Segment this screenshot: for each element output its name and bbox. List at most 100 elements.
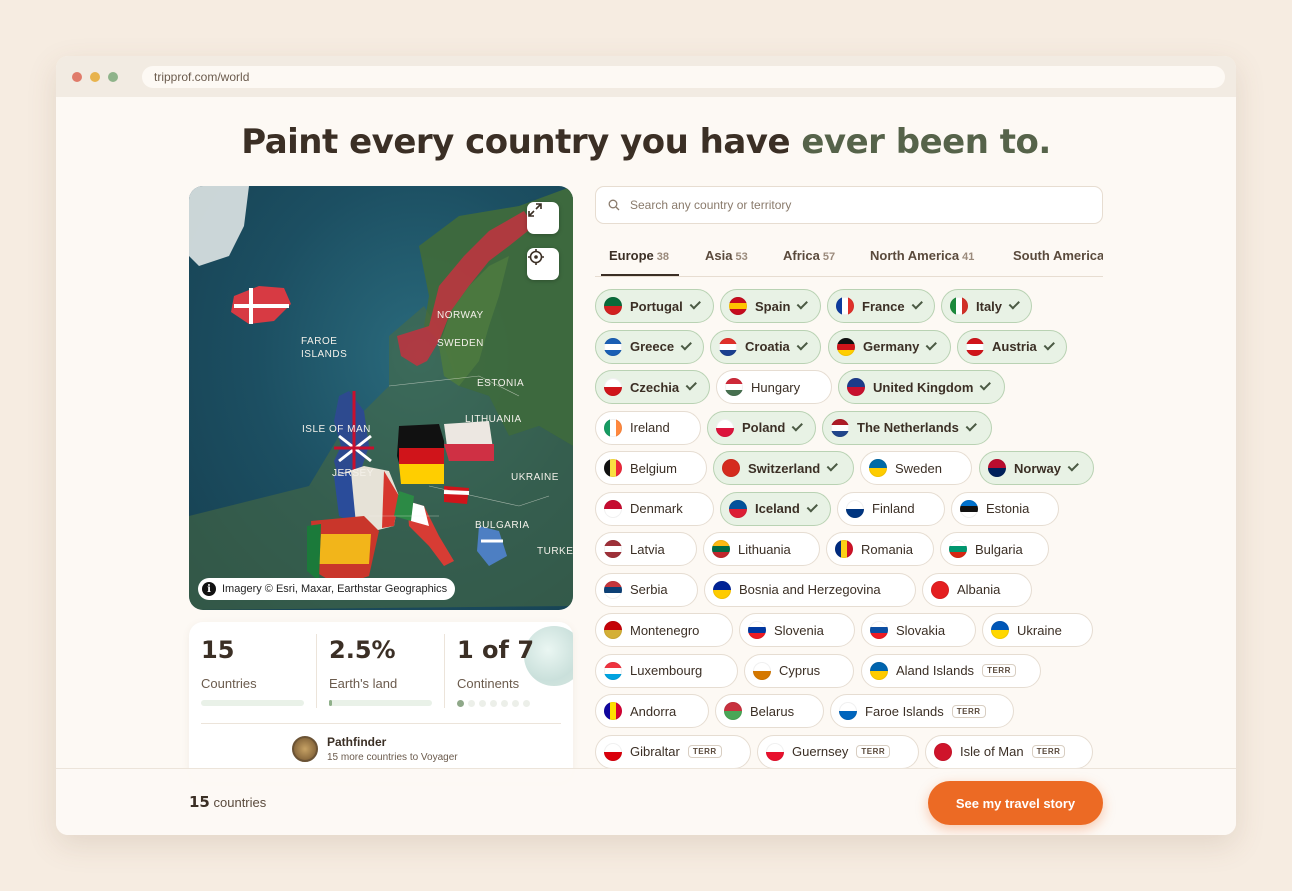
country-pill-luxembourg[interactable]: Luxembourg	[595, 653, 738, 688]
country-pill-norway[interactable]: Norway	[979, 451, 1094, 485]
checkmark-icon	[680, 338, 693, 351]
country-pill-guernsey[interactable]: Guernsey TERR	[757, 734, 919, 769]
country-pill-isle-of-man[interactable]: Isle of Man TERR	[925, 734, 1093, 769]
country-pill-austria[interactable]: Austria	[957, 329, 1067, 364]
country-pill-united-kingdom[interactable]: United Kingdom	[838, 370, 1005, 404]
country-pill-estonia[interactable]: Estonia	[951, 491, 1059, 526]
country-name: Romania	[861, 541, 914, 557]
tab-south-america[interactable]: South America	[1013, 248, 1103, 263]
country-pill-albania[interactable]: Albania	[922, 572, 1032, 607]
info-icon[interactable]: i	[202, 582, 216, 596]
tab-africa[interactable]: Africa 57	[783, 248, 835, 263]
country-pill-cyprus[interactable]: Cyprus	[744, 653, 854, 688]
flag-icon	[604, 337, 622, 356]
country-pill-greece[interactable]: Greece	[595, 329, 704, 364]
country-name: Gibraltar	[630, 744, 680, 759]
country-pill-iceland[interactable]: Iceland	[720, 491, 831, 526]
map-canvas[interactable]: NORWAY FAROE ISLANDS SWEDEN ESTONIA LITH…	[189, 186, 573, 610]
country-pill-germany[interactable]: Germany	[828, 329, 951, 364]
country-name: Lithuania	[738, 541, 791, 557]
country-pill-aland-islands[interactable]: Aland Islands TERR	[861, 653, 1041, 688]
flag-icon	[847, 378, 865, 396]
search-icon	[608, 199, 620, 211]
maximize-dot[interactable]	[108, 71, 118, 82]
country-name: Ukraine	[1017, 622, 1062, 638]
country-pill-switzerland[interactable]: Switzerland	[713, 451, 854, 485]
close-dot[interactable]	[72, 71, 82, 82]
country-pill-faroe-islands[interactable]: Faroe Islands TERR	[830, 694, 1014, 728]
country-pill-the-netherlands[interactable]: The Netherlands	[822, 410, 992, 445]
country-name: Belgium	[630, 460, 677, 476]
country-pill-hungary[interactable]: Hungary	[716, 370, 832, 404]
checkmark-icon	[806, 500, 818, 513]
territory-badge: TERR	[1031, 745, 1066, 758]
see-travel-story-button[interactable]: See my travel story	[928, 781, 1103, 825]
continent-dot	[479, 700, 486, 707]
country-name: Guernsey	[792, 744, 849, 759]
map-label: SWEDEN	[437, 338, 484, 349]
flag-icon	[604, 297, 622, 315]
country-pill-denmark[interactable]: Denmark	[595, 491, 714, 526]
country-pill-poland[interactable]: Poland	[707, 410, 816, 445]
checkmark-icon	[796, 338, 808, 351]
map-label: UKRAINE	[511, 472, 559, 483]
world-map[interactable]: NORWAY FAROE ISLANDS SWEDEN ESTONIA LITH…	[189, 186, 573, 610]
locate-button[interactable]	[527, 248, 559, 280]
country-pill-lithuania[interactable]: Lithuania	[703, 532, 820, 566]
map-attribution: i Imagery © Esri, Maxar, Earthstar Geogr…	[198, 578, 456, 600]
country-pill-andorra[interactable]: Andorra	[595, 694, 709, 728]
minimize-dot[interactable]	[90, 71, 100, 82]
country-pill-montenegro[interactable]: Montenegro	[595, 613, 733, 647]
country-pill-serbia[interactable]: Serbia	[595, 572, 698, 607]
tab-asia[interactable]: Asia 53	[705, 248, 748, 263]
map-label: BULGARIA	[475, 520, 530, 531]
expand-map-button[interactable]	[527, 202, 559, 234]
countries-progress	[201, 700, 304, 706]
country-pill-ireland[interactable]: Ireland	[595, 410, 701, 445]
checkmark-icon	[685, 379, 698, 391]
country-pill-portugal[interactable]: Portugal	[595, 289, 714, 323]
country-pill-gibraltar[interactable]: Gibraltar TERR	[595, 734, 751, 769]
country-name: Slovakia	[896, 622, 946, 638]
flag-icon	[966, 337, 984, 356]
map-label: NORWAY	[437, 310, 484, 321]
search-box[interactable]	[595, 186, 1103, 224]
country-name: Spain	[755, 298, 791, 314]
country-pill-bosnia-and-herzegovina[interactable]: Bosnia and Herzegovina	[704, 572, 916, 607]
flag-icon	[604, 459, 622, 477]
browser-chrome: tripprof.com/world	[56, 56, 1236, 97]
country-pill-finland[interactable]: Finland	[837, 491, 945, 526]
country-pill-latvia[interactable]: Latvia	[595, 532, 697, 566]
tab-north-america[interactable]: North America 41	[870, 248, 974, 263]
country-pill-slovakia[interactable]: Slovakia	[861, 613, 976, 647]
country-pill-ukraine[interactable]: Ukraine	[982, 613, 1093, 647]
country-name: Italy	[976, 298, 1003, 314]
country-pill-spain[interactable]: Spain	[720, 289, 821, 323]
country-pill-romania[interactable]: Romania	[826, 532, 934, 566]
country-pill-france[interactable]: France	[827, 289, 935, 323]
map-label: LITHUANIA	[465, 414, 522, 425]
search-input[interactable]	[630, 198, 1070, 212]
country-name: Sweden	[895, 460, 942, 476]
country-name: United Kingdom	[873, 379, 974, 395]
country-pill-italy[interactable]: Italy	[941, 289, 1032, 323]
tab-europe[interactable]: Europe 38	[609, 248, 669, 263]
country-pill-belarus[interactable]: Belarus	[715, 694, 824, 728]
country-pill-croatia[interactable]: Croatia	[710, 329, 821, 364]
browser-window: tripprof.com/world Paint every country y…	[56, 56, 1236, 835]
country-name: Latvia	[630, 541, 665, 557]
country-name: Poland	[742, 420, 786, 435]
country-name: Isle of Man	[960, 744, 1024, 759]
address-bar[interactable]: tripprof.com/world	[142, 65, 1225, 88]
country-pill-sweden[interactable]: Sweden	[860, 451, 972, 485]
crosshair-icon	[528, 249, 544, 265]
country-pill-czechia[interactable]: Czechia	[595, 370, 710, 404]
checkmark-icon	[926, 338, 938, 351]
flag-icon	[836, 297, 854, 315]
checkmark-icon	[1067, 460, 1079, 472]
country-pill-belgium[interactable]: Belgium	[595, 451, 707, 485]
country-pill-slovenia[interactable]: Slovenia	[739, 613, 855, 647]
country-pill-bulgaria[interactable]: Bulgaria	[940, 532, 1049, 566]
checkmark-icon	[1043, 338, 1055, 351]
territory-badge: TERR	[856, 745, 891, 758]
